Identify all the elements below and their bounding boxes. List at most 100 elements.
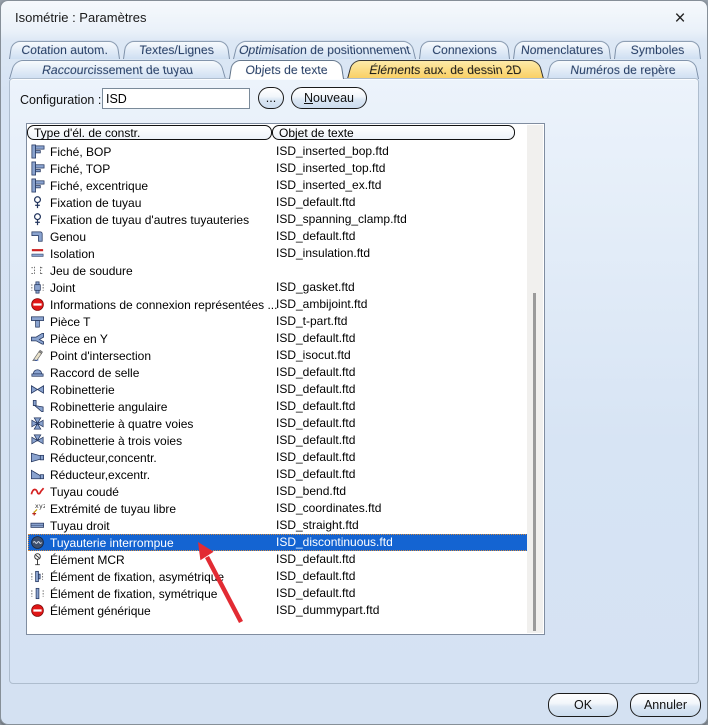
row-type-label: Jeu de soudure bbox=[50, 264, 133, 278]
table-row[interactable]: Pièce en Y ISD_default.ftd bbox=[28, 330, 528, 347]
table-row[interactable]: Point d'intersection ISD_isocut.ftd bbox=[28, 347, 528, 364]
pipe-inserted-ex-icon bbox=[30, 178, 45, 193]
svg-text:xyz: xyz bbox=[35, 502, 45, 510]
row-type-label: Élément de fixation, symétrique bbox=[50, 587, 217, 601]
table-row[interactable]: Fiché, excentrique ISD_inserted_ex.ftd bbox=[28, 177, 528, 194]
tab-cotation-autom[interactable]: Cotation autom. bbox=[9, 41, 120, 59]
table-row[interactable]: Isolation ISD_insulation.ftd bbox=[28, 245, 528, 262]
table-row[interactable]: Fiché, BOP ISD_inserted_bop.ftd bbox=[28, 143, 528, 160]
row-text-object: ISD_spanning_clamp.ftd bbox=[276, 211, 407, 228]
tab-symboles[interactable]: Symboles bbox=[614, 41, 701, 59]
column-header-text-object[interactable]: Objet de texte bbox=[272, 125, 515, 140]
table-row[interactable]: Robinetterie angulaire ISD_default.ftd bbox=[28, 398, 528, 415]
construction-element-list: Type d'él. de constr. Objet de texte Fic… bbox=[26, 123, 545, 635]
gasket-icon bbox=[30, 280, 45, 295]
elbow-icon bbox=[30, 229, 45, 244]
row-type-label: Tuyau droit bbox=[50, 519, 110, 533]
row-type-label: Raccord de selle bbox=[50, 366, 139, 380]
table-row[interactable]: Fixation de tuyau ISD_default.ftd bbox=[28, 194, 528, 211]
list-rows: Fiché, BOP ISD_inserted_bop.ftd Fiché, TOP… bbox=[28, 143, 528, 619]
row-type-label: Pièce T bbox=[50, 315, 90, 329]
mcr-element-icon bbox=[30, 552, 45, 567]
row-type-label: Robinetterie à quatre voies bbox=[50, 417, 193, 431]
row-text-object: ISD_default.ftd bbox=[276, 194, 355, 211]
row-type-label: Isolation bbox=[50, 247, 95, 261]
cancel-button[interactable]: Annuler bbox=[630, 693, 701, 717]
table-row[interactable]: Joint ISD_gasket.ftd bbox=[28, 279, 528, 296]
tab-l-ments-aux-de-dessin-2d[interactable]: Éléments aux. de dessin 2D bbox=[347, 60, 544, 79]
row-type-label: Joint bbox=[50, 281, 75, 295]
row-text-object: ISD_coordinates.ftd bbox=[276, 500, 381, 517]
row-text-object: ISD_ambijoint.ftd bbox=[276, 296, 367, 313]
tab-optimisation-de-positionnement[interactable]: Optimisation de positionnement bbox=[233, 41, 416, 59]
row-type-label: Élément MCR bbox=[50, 553, 125, 567]
row-type-label: Point d'intersection bbox=[50, 349, 151, 363]
table-row[interactable]: Tuyauterie interrompue ISD_discontinuous.… bbox=[28, 534, 528, 551]
table-row[interactable]: Élément de fixation, asymétrique ISD_defa… bbox=[28, 568, 528, 585]
row-text-object: ISD_gasket.ftd bbox=[276, 279, 355, 296]
table-row[interactable]: xyz Extrémité de tuyau libre ISD_coordinat… bbox=[28, 500, 528, 517]
wye-icon bbox=[30, 331, 45, 346]
valve-angle-icon bbox=[30, 399, 45, 414]
ok-button[interactable]: OK bbox=[548, 693, 618, 717]
table-row[interactable]: Tuyau coudé ISD_bend.ftd bbox=[28, 483, 528, 500]
table-row[interactable]: Jeu de soudure bbox=[28, 262, 528, 279]
table-row[interactable]: Robinetterie ISD_default.ftd bbox=[28, 381, 528, 398]
row-text-object: ISD_default.ftd bbox=[276, 466, 355, 483]
table-row[interactable]: Fiché, TOP ISD_inserted_top.ftd bbox=[28, 160, 528, 177]
tab-objets-de-texte[interactable]: Objets de texte bbox=[229, 60, 344, 79]
column-header-type[interactable]: Type d'él. de constr. bbox=[27, 125, 272, 140]
row-type-label: Tuyau coudé bbox=[50, 485, 119, 499]
row-text-object: ISD_default.ftd bbox=[276, 551, 355, 568]
isocut-icon bbox=[30, 348, 45, 363]
no-entry-icon bbox=[30, 603, 45, 618]
row-text-object: ISD_straight.ftd bbox=[276, 517, 359, 534]
table-row[interactable]: Robinetterie à quatre voies ISD_default.f… bbox=[28, 415, 528, 432]
row-type-label: Fiché, BOP bbox=[50, 145, 111, 159]
row-text-object: ISD_default.ftd bbox=[276, 585, 355, 602]
table-row[interactable]: Informations de connexion représentées .… bbox=[28, 296, 528, 313]
row-text-object: ISD_default.ftd bbox=[276, 364, 355, 381]
table-row[interactable]: Élément MCR ISD_default.ftd bbox=[28, 551, 528, 568]
tab-connexions[interactable]: Connexions bbox=[419, 41, 510, 59]
table-row[interactable]: Pièce T ISD_t-part.ftd bbox=[28, 313, 528, 330]
xyz-coordinates-icon: xyz bbox=[30, 501, 45, 516]
row-type-label: Robinetterie angulaire bbox=[50, 400, 167, 414]
reducer-conc-icon bbox=[30, 450, 45, 465]
table-row[interactable]: Fixation de tuyau d'autres tuyauteries IS… bbox=[28, 211, 528, 228]
row-text-object: ISD_default.ftd bbox=[276, 330, 355, 347]
saddle-icon bbox=[30, 365, 45, 380]
valve-icon bbox=[30, 382, 45, 397]
row-type-label: Fixation de tuyau bbox=[50, 196, 141, 210]
row-text-object: ISD_dummypart.ftd bbox=[276, 602, 379, 619]
tab-textes-lignes[interactable]: Textes/Lignes bbox=[123, 41, 230, 59]
row-text-object: ISD_default.ftd bbox=[276, 432, 355, 449]
row-text-object: ISD_discontinuous.ftd bbox=[276, 534, 393, 551]
insulation-icon bbox=[30, 246, 45, 261]
scrollbar-thumb[interactable] bbox=[533, 293, 536, 631]
configuration-input[interactable] bbox=[102, 88, 250, 109]
table-row[interactable]: Réducteur,concentr. ISD_default.ftd bbox=[28, 449, 528, 466]
tab-num-ros-de-rep-re[interactable]: Numéros de repère bbox=[547, 60, 699, 79]
browse-button[interactable]: ... bbox=[258, 87, 284, 109]
straight-pipe-icon bbox=[30, 518, 45, 533]
table-row[interactable]: Genou ISD_default.ftd bbox=[28, 228, 528, 245]
tab-nomenclatures[interactable]: Nomenclatures bbox=[513, 41, 611, 59]
row-type-label: Robinetterie bbox=[50, 383, 115, 397]
vertical-scrollbar[interactable] bbox=[527, 125, 543, 633]
row-text-object: ISD_default.ftd bbox=[276, 228, 355, 245]
table-row[interactable]: Tuyau droit ISD_straight.ftd bbox=[28, 517, 528, 534]
new-button[interactable]: Nouveau bbox=[291, 87, 367, 109]
close-icon[interactable]: × bbox=[665, 4, 695, 34]
valve-4way-icon bbox=[30, 416, 45, 431]
table-row[interactable]: Élément générique ISD_dummypart.ftd bbox=[28, 602, 528, 619]
table-row[interactable]: Raccord de selle ISD_default.ftd bbox=[28, 364, 528, 381]
pipe-clamp-icon bbox=[30, 212, 45, 227]
row-text-object: ISD_bend.ftd bbox=[276, 483, 346, 500]
table-row[interactable]: Élément de fixation, symétrique ISD_defau… bbox=[28, 585, 528, 602]
dialog-isometrie-parametres: Isométrie : Paramètres × Cotation autom.… bbox=[0, 0, 708, 725]
row-text-object: ISD_default.ftd bbox=[276, 398, 355, 415]
table-row[interactable]: Réducteur,excentr. ISD_default.ftd bbox=[28, 466, 528, 483]
tab-raccourcissement-de-tuyau[interactable]: Raccourcissement de tuyau bbox=[9, 60, 226, 79]
table-row[interactable]: Robinetterie à trois voies ISD_default.ft… bbox=[28, 432, 528, 449]
